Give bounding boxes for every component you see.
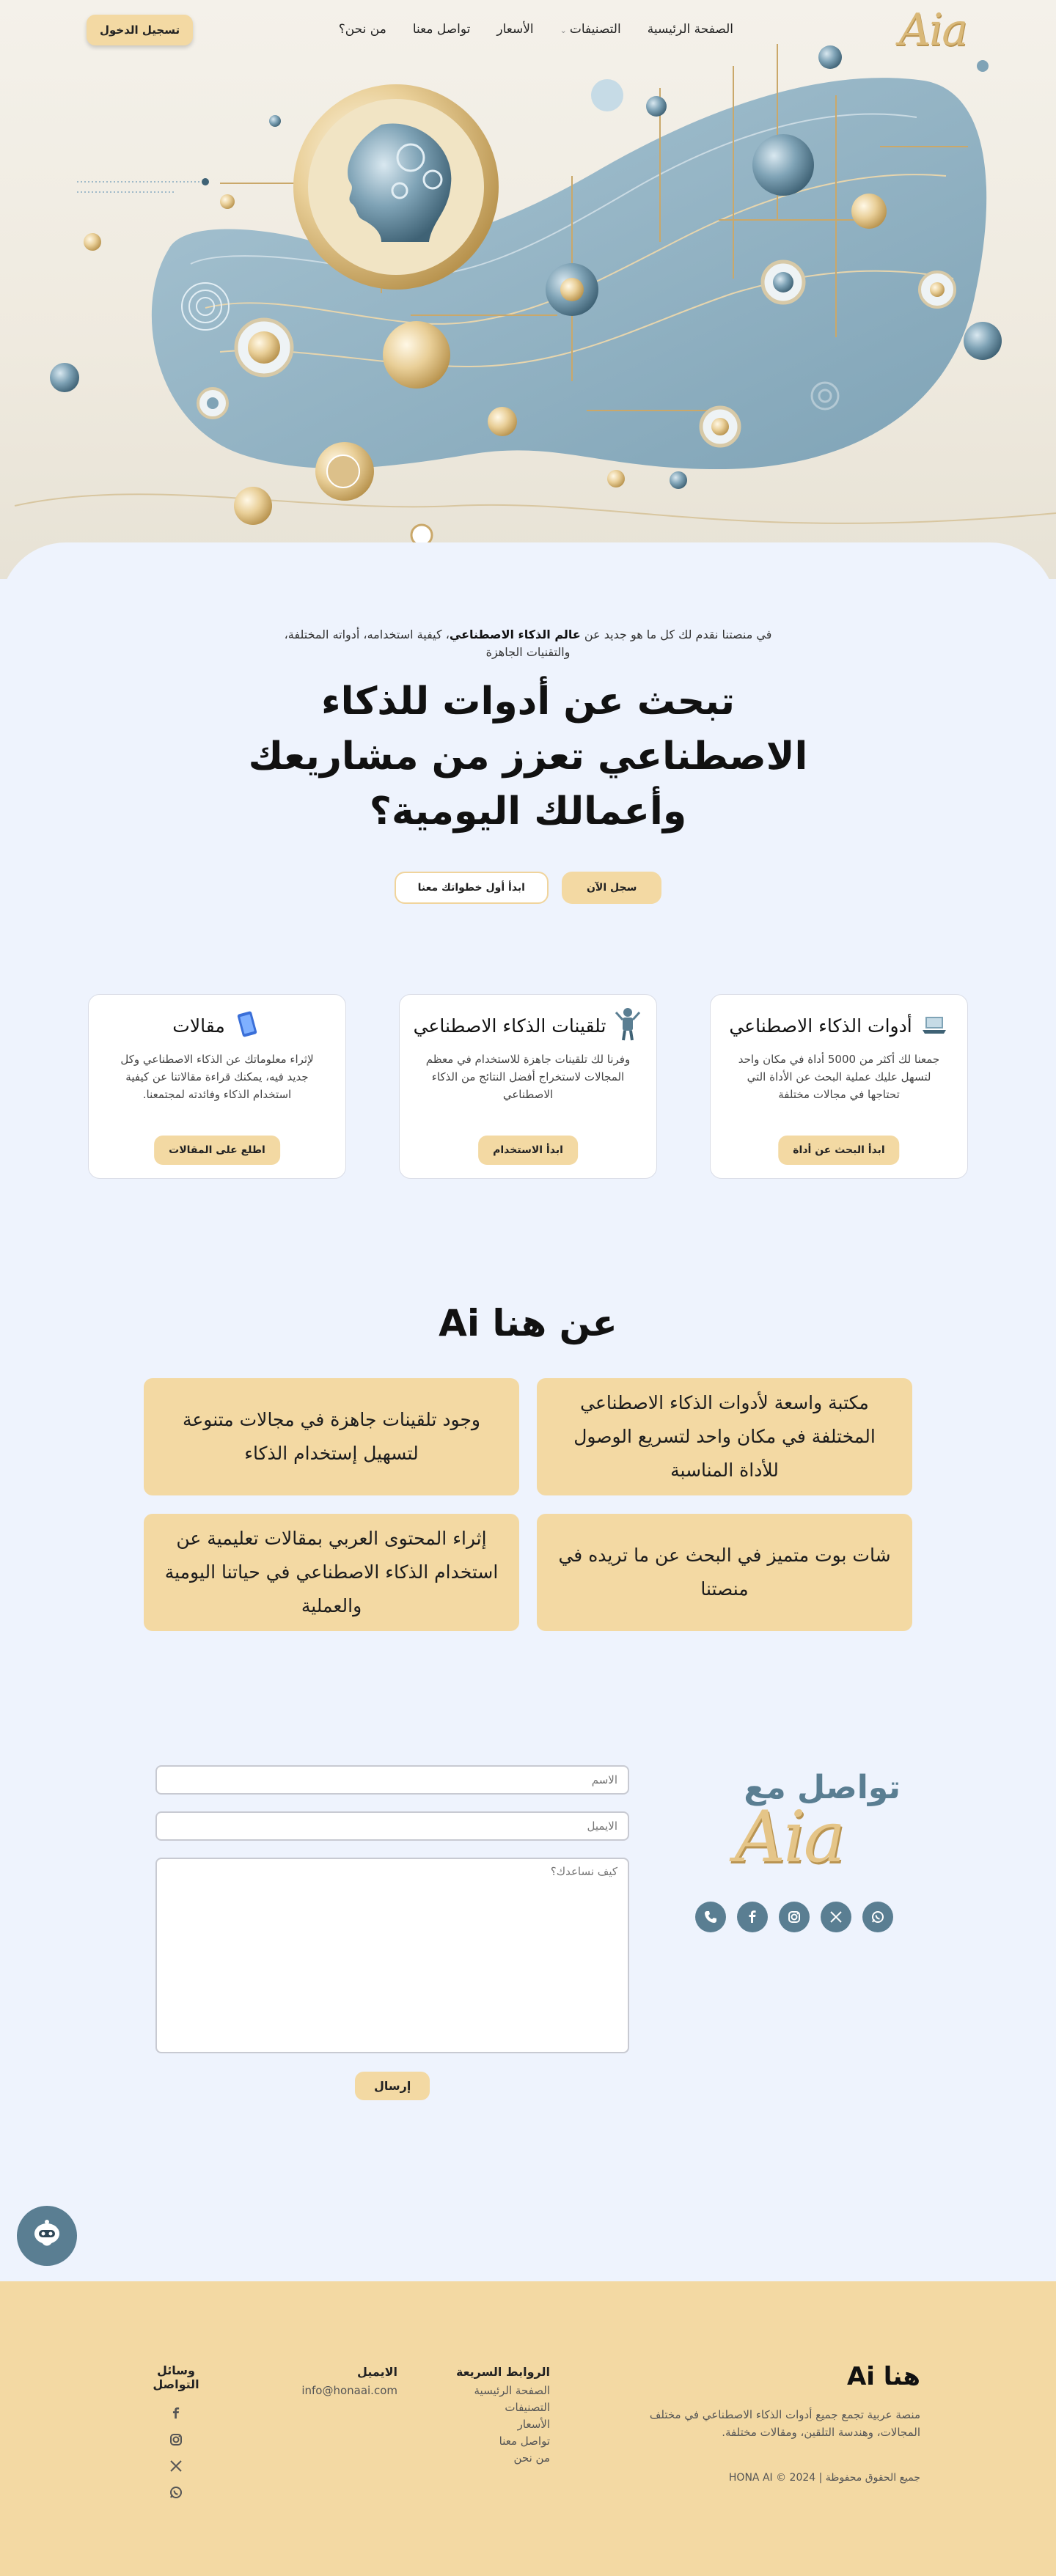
nav-categories-link[interactable]: التصنيفات⌄	[560, 22, 621, 37]
about-item: إثراء المحتوى العربي بمقالات تعليمية عن …	[144, 1514, 519, 1631]
services-cards: أدوات الذكاء الاصطناعي جمعنا لك أكثر من …	[88, 994, 968, 1179]
login-button[interactable]: تسجيل الدخول	[87, 15, 194, 45]
card-title: تلقينات الذكاء الاصطناعي	[413, 1015, 606, 1037]
message-textarea[interactable]	[155, 1858, 629, 2053]
card-title: مقالات	[172, 1015, 225, 1037]
robot-icon	[613, 1007, 642, 1045]
card-ai-prompts: تلقينات الذكاء الاصطناعي وفرنا لك تلقينا…	[399, 994, 657, 1179]
email-input[interactable]	[155, 1811, 629, 1841]
footer-copyright: جميع الحقوق محفوظة | HONA AI © 2024	[728, 2472, 920, 2484]
contact-logo: Aia	[734, 1796, 846, 1878]
footer-email-link[interactable]: info@honaai.com	[301, 2382, 397, 2399]
about-item: مكتبة واسعة لأدوات الذكاء الاصطناعي المخ…	[537, 1378, 912, 1495]
send-button[interactable]: إرسال	[355, 2072, 430, 2100]
name-input[interactable]	[155, 1765, 629, 1795]
chatbot-icon	[29, 2216, 65, 2256]
contact-form	[155, 1765, 629, 2070]
card-title-row: مقالات	[89, 1008, 345, 1043]
top-navbar: Aia الصفحة الرئيسية التصنيفات⌄ الأسعار ت…	[0, 0, 1056, 63]
footer-quick-links: الروابط السريعة الصفحة الرئيسية التصنيفا…	[456, 2363, 550, 2467]
register-now-button[interactable]: سجل الآن	[561, 872, 662, 904]
footer-links-title: الروابط السريعة	[455, 2365, 550, 2379]
read-articles-button[interactable]: اطلع على المقالات	[154, 1136, 280, 1165]
card-title-row: أدوات الذكاء الاصطناعي	[711, 1008, 967, 1043]
footer-tagline: منصة عربية تجمع جميع أدوات الذكاء الاصطن…	[649, 2408, 920, 2439]
x-twitter-icon[interactable]	[132, 2453, 220, 2479]
card-title: أدوات الذكاء الاصطناعي	[729, 1015, 912, 1037]
about-grid: مكتبة واسعة لأدوات الذكاء الاصطناعي المخ…	[144, 1378, 912, 1631]
instagram-icon[interactable]	[132, 2426, 220, 2453]
footer-link-about[interactable]: من نحن	[456, 2450, 551, 2467]
footer-link-contact[interactable]: تواصل معنا	[456, 2433, 550, 2450]
x-twitter-icon[interactable]	[821, 1902, 851, 1932]
hero-cta-row: سجل الآن ابدأ أول خطواتك معنا	[0, 872, 1056, 904]
nav-about-link[interactable]: من نحن؟	[339, 22, 386, 37]
card-description: جمعنا لك أكثر من 5000 أداة في مكان واحد …	[738, 1053, 940, 1101]
instagram-icon[interactable]	[779, 1902, 810, 1932]
hero-headline: تبحث عن أدوات للذكاء الاصطناعي تعزز من م…	[248, 680, 808, 833]
hero-section: Aia الصفحة الرئيسية التصنيفات⌄ الأسعار ت…	[0, 0, 1056, 579]
footer-email-title: الايميل	[357, 2365, 397, 2379]
card-articles: مقالات لإثراء معلوماتك عن الذكاء الاصطنا…	[88, 994, 346, 1179]
laptop-icon	[920, 1009, 949, 1042]
whatsapp-icon[interactable]	[132, 2479, 220, 2506]
hero-illustration	[14, 44, 1056, 547]
footer-link-home[interactable]: الصفحة الرئيسية	[456, 2382, 551, 2399]
nav-home-link[interactable]: الصفحة الرئيسية	[648, 22, 733, 37]
chatbot-button[interactable]	[17, 2206, 77, 2266]
footer-social-column: وسائل التواصل	[132, 2363, 220, 2506]
facebook-icon[interactable]	[132, 2400, 220, 2426]
card-description: لإثراء معلوماتك عن الذكاء الاصطناعي وكل …	[120, 1053, 314, 1101]
contact-social-links	[695, 1902, 893, 1932]
phone-icon[interactable]	[695, 1902, 726, 1932]
card-description: وفرنا لك تلقينات جاهزة للاستخدام في معظم…	[425, 1053, 631, 1101]
start-using-button[interactable]: ابدأ الاستخدام	[478, 1136, 578, 1165]
chevron-down-icon: ⌄	[560, 26, 567, 35]
brand-logo[interactable]: Aia	[899, 4, 968, 56]
nav-categories-label: التصنيفات	[569, 22, 621, 37]
tablet-icon	[232, 1009, 262, 1042]
intro-text: في منصتنا نقدم لك كل ما هو جديد عن عالم …	[279, 626, 777, 661]
nav-contact-link[interactable]: تواصل معنا	[413, 22, 471, 37]
card-ai-tools: أدوات الذكاء الاصطناعي جمعنا لك أكثر من …	[710, 994, 968, 1179]
about-item: وجود تلقينات جاهزة في مجالات متنوعة لتسه…	[144, 1378, 519, 1495]
about-item: شات بوت متميز في البحث عن ما تريده في من…	[537, 1514, 912, 1631]
card-title-row: تلقينات الذكاء الاصطناعي	[400, 1008, 656, 1043]
footer-email-column: الايميل info@honaai.com	[301, 2363, 397, 2399]
footer-link-pricing[interactable]: الأسعار	[456, 2416, 550, 2433]
intro-text-start: في منصتنا نقدم لك كل ما هو جديد عن	[580, 628, 772, 641]
footer: هنا Ai منصة عربية تجمع جميع أدوات الذكاء…	[0, 2281, 1056, 2576]
search-tool-button[interactable]: ابدأ البحث عن أداة	[778, 1136, 900, 1165]
get-started-button[interactable]: ابدأ أول خطواتك معنا	[394, 872, 549, 904]
footer-link-categories[interactable]: التصنيفات	[456, 2399, 550, 2416]
footer-social-title: وسائل التواصل	[153, 2363, 199, 2391]
whatsapp-icon[interactable]	[862, 1902, 893, 1932]
intro-text-bold: عالم الذكاء الاصطناعي	[449, 628, 581, 641]
footer-brand: هنا Ai	[846, 2362, 920, 2391]
about-title: عن هنا Ai	[439, 1302, 617, 1344]
nav-pricing-link[interactable]: الأسعار	[496, 22, 533, 37]
nav-menu: الصفحة الرئيسية التصنيفات⌄ الأسعار تواصل…	[339, 22, 733, 37]
facebook-icon[interactable]	[737, 1902, 768, 1932]
